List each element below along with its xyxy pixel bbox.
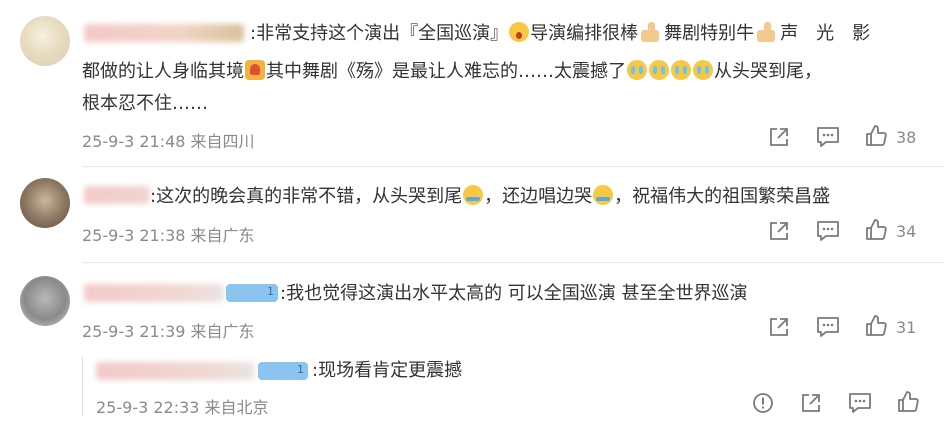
crying-emoji-icon: [649, 60, 669, 80]
divider: [82, 166, 944, 167]
comment-meta: 25-9-3 21:48 来自四川: [82, 132, 255, 151]
reply-meta: 25-9-3 22:33 来自北京: [96, 398, 269, 417]
share-icon[interactable]: [768, 126, 790, 148]
report-icon[interactable]: [752, 392, 774, 414]
comment-text: :我也觉得这演出水平太高的 可以全国巡演 甚至全世界巡演: [280, 283, 748, 304]
user-level-badge: 1: [258, 362, 308, 380]
user-avatar[interactable]: [20, 276, 70, 326]
comment-text-line: 都做的让人身临其境 其中舞剧《殇》是最让人难忘的……太震撼了 从头哭到尾，: [82, 60, 822, 82]
username-redacted[interactable]: [84, 186, 150, 204]
like-count: 31: [896, 318, 917, 337]
crying-emoji-icon: [671, 60, 691, 80]
shocked-emoji-icon: [509, 22, 530, 42]
comment-icon[interactable]: [816, 316, 840, 338]
comment-text: :这次的晚会真的非常不错，从头哭到尾 ，还边唱边哭 ，祝福伟大的祖国繁荣昌盛: [150, 185, 831, 207]
sobbing-emoji-icon: [593, 185, 614, 205]
user-avatar[interactable]: [20, 16, 70, 66]
crying-emoji-icon: [627, 60, 647, 80]
thumbs-up-emoji-icon: [755, 22, 779, 42]
username-redacted[interactable]: [96, 362, 254, 380]
reply-text: :现场看肯定更震撼: [312, 360, 463, 381]
comment-meta: 25-9-3 21:39 来自广东: [82, 322, 255, 341]
reply-thread-line: [82, 356, 83, 416]
comment-text-line: 根本忍不住……: [82, 93, 208, 114]
comment-text: :非常支持这个演出『全国巡演』 导演编排很棒 舞剧特别牛声 光 影: [250, 22, 871, 44]
comment-icon[interactable]: [816, 220, 840, 242]
username-redacted[interactable]: [84, 284, 224, 302]
share-icon[interactable]: [768, 316, 790, 338]
like-count: 34: [896, 222, 917, 241]
user-avatar[interactable]: [20, 178, 70, 228]
share-icon[interactable]: [768, 220, 790, 242]
like-icon[interactable]: [864, 314, 888, 338]
like-icon[interactable]: [896, 390, 920, 414]
comment-meta: 25-9-3 21:38 来自广东: [82, 226, 255, 245]
comment-icon[interactable]: [848, 392, 872, 414]
like-icon[interactable]: [864, 218, 888, 242]
thumbs-up-emoji-icon: [639, 22, 663, 42]
awestruck-emoji-icon: [245, 60, 265, 80]
user-level-badge: 1: [226, 284, 278, 302]
share-icon[interactable]: [800, 392, 822, 414]
like-icon[interactable]: [864, 124, 888, 148]
sobbing-emoji-icon: [463, 185, 484, 205]
comment-icon[interactable]: [816, 126, 840, 148]
crying-emoji-icon: [693, 60, 713, 80]
username-redacted[interactable]: [84, 24, 244, 42]
like-count: 38: [896, 128, 917, 147]
divider: [82, 262, 944, 263]
